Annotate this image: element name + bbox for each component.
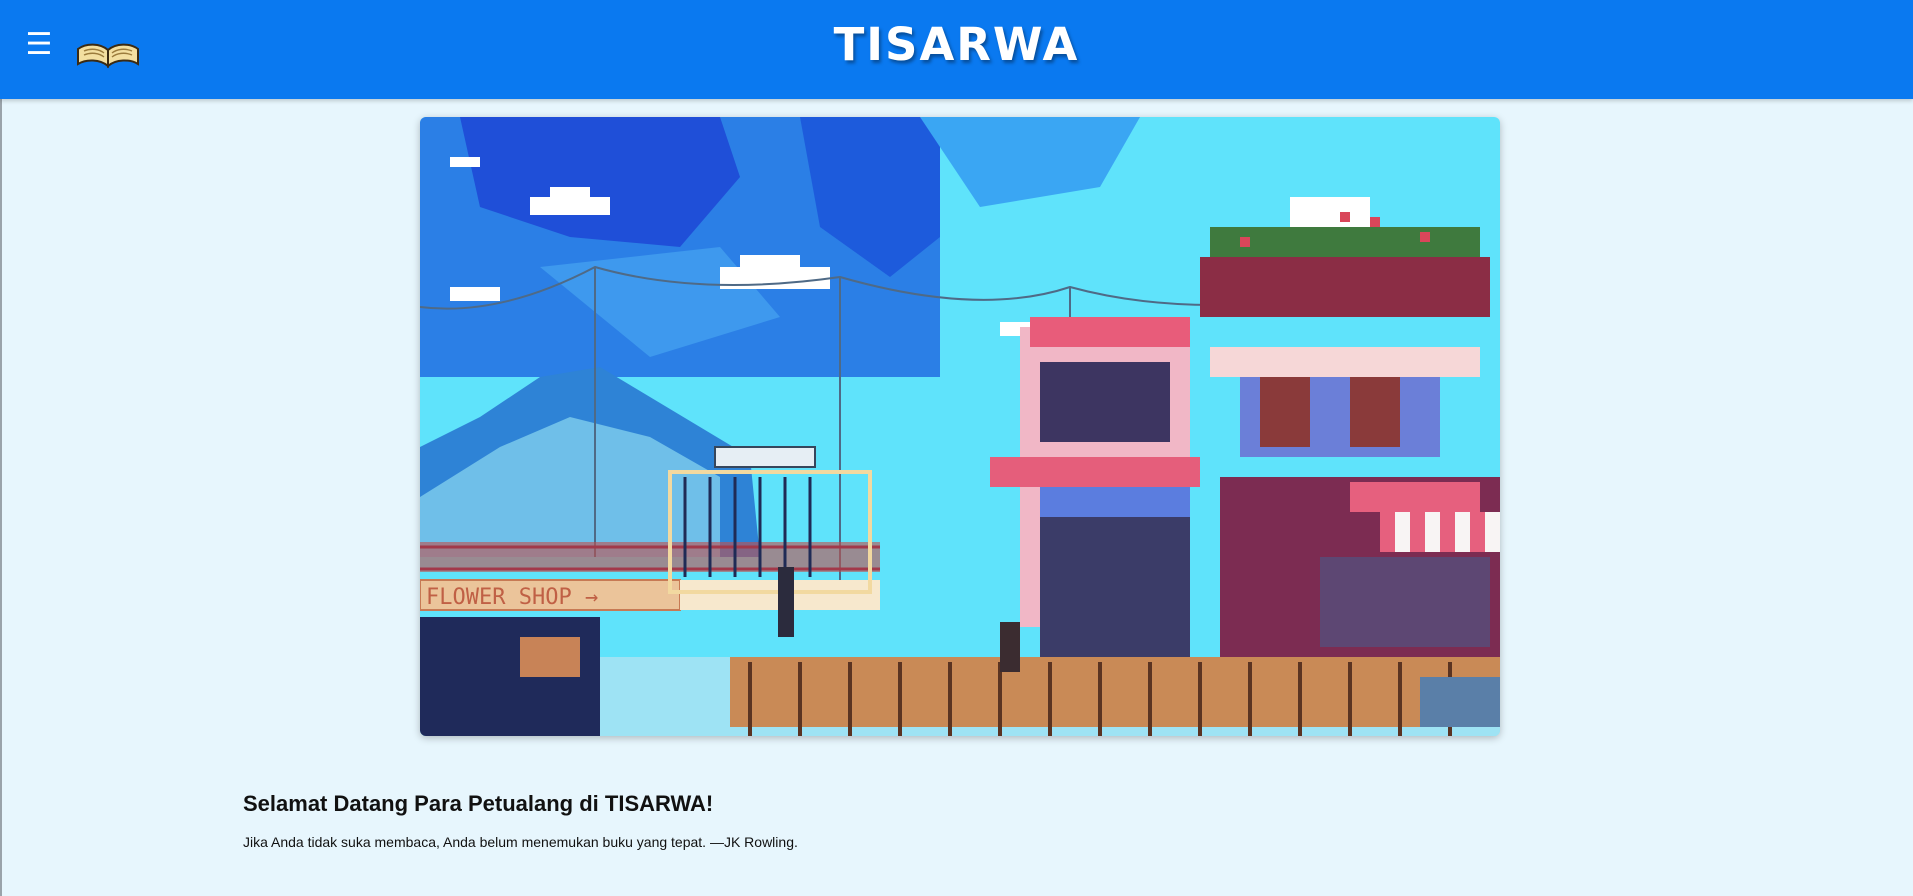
window-left-edge [0,0,2,896]
welcome-heading: Selamat Datang Para Petualang di TISARWA… [243,791,714,816]
hero-image: FLOWER SHOP → [420,117,1500,736]
quote-text: Jika Anda tidak suka membaca, Anda belum… [243,834,798,850]
flower-shop-sign: FLOWER SHOP → [426,585,598,610]
site-title: TISARWA [833,18,1080,71]
top-navbar: ☰ TISARWA [0,0,1913,99]
